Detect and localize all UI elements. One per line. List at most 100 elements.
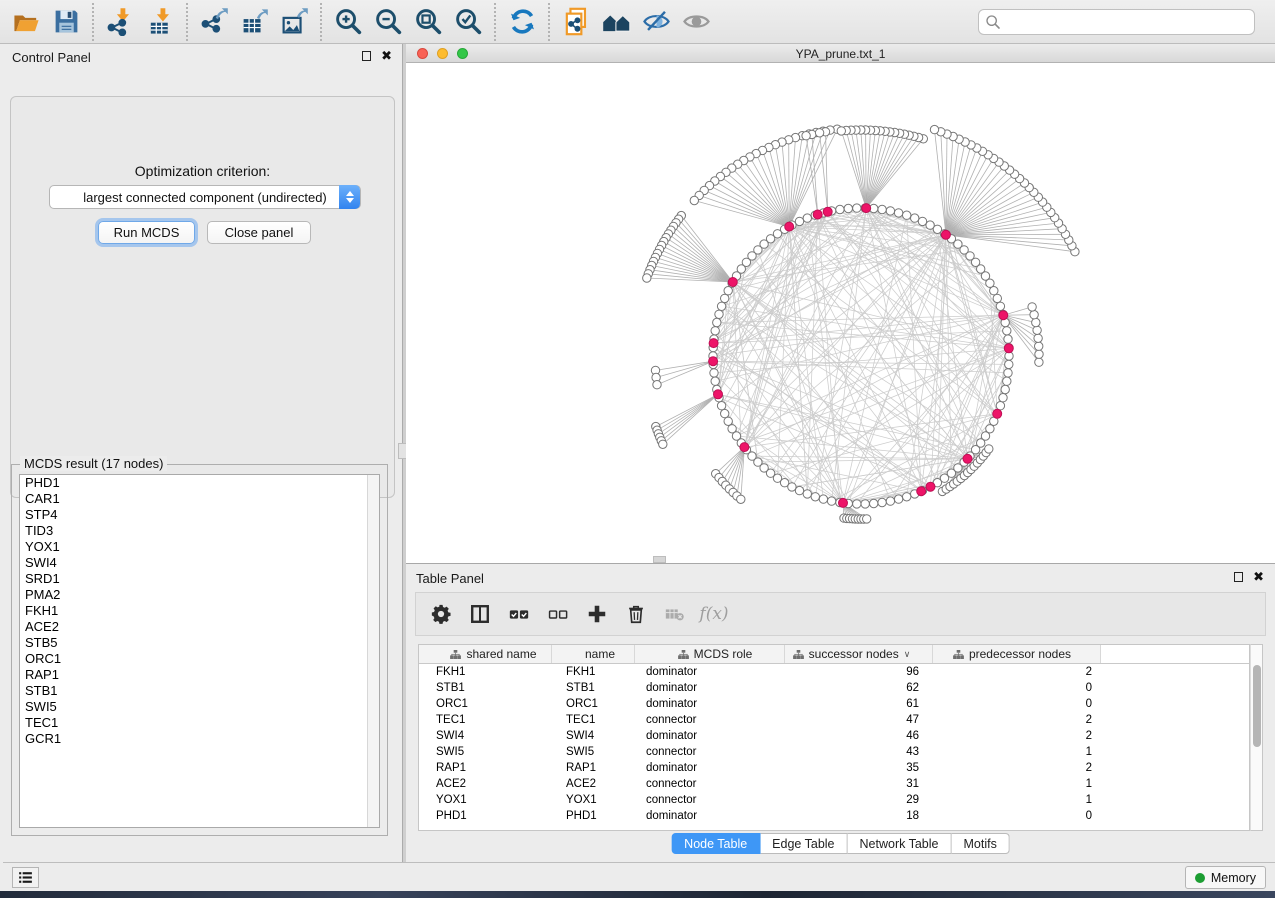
tab-motifs[interactable]: Motifs xyxy=(951,833,1009,854)
table-cell[interactable]: YOX1 xyxy=(419,792,552,808)
table-cell[interactable]: 96 xyxy=(785,664,933,680)
zoom-selected-button[interactable] xyxy=(448,4,488,40)
table-cell[interactable]: PHD1 xyxy=(419,808,552,824)
table-cell[interactable]: dominator xyxy=(635,696,785,712)
table-cell[interactable]: dominator xyxy=(635,664,785,680)
table-row[interactable]: TEC1TEC1connector472 xyxy=(419,712,1249,728)
tab-node-table[interactable]: Node Table xyxy=(671,833,760,854)
export-network-button[interactable] xyxy=(194,4,234,40)
table-cell[interactable]: dominator xyxy=(635,808,785,824)
mcds-result-item[interactable]: PMA2 xyxy=(20,587,379,603)
table-cell[interactable]: SWI4 xyxy=(552,728,635,744)
table-cell[interactable]: RAP1 xyxy=(552,760,635,776)
table-cell[interactable]: 62 xyxy=(785,680,933,696)
mcds-result-item[interactable]: TID3 xyxy=(20,523,379,539)
column-header-name[interactable]: name xyxy=(552,645,635,663)
table-row[interactable]: ORC1ORC1dominator610 xyxy=(419,696,1249,712)
table-scrollbar-thumb[interactable] xyxy=(1253,665,1261,747)
save-session-button[interactable] xyxy=(46,4,86,40)
table-cell[interactable]: STB1 xyxy=(419,680,552,696)
table-cell[interactable]: FKH1 xyxy=(419,664,552,680)
table-cell[interactable]: 0 xyxy=(933,808,1101,824)
memory-button[interactable]: Memory xyxy=(1185,866,1266,889)
table-cell[interactable]: 0 xyxy=(933,696,1101,712)
import-network-button[interactable] xyxy=(100,4,140,40)
table-cell[interactable]: ORC1 xyxy=(419,696,552,712)
optimization-criterion-select[interactable]: largest connected component (undirected) xyxy=(49,185,361,209)
table-cell[interactable]: connector xyxy=(635,776,785,792)
table-cell[interactable]: ORC1 xyxy=(552,696,635,712)
table-cell[interactable]: dominator xyxy=(635,728,785,744)
show-graphics-details-button[interactable] xyxy=(676,4,716,40)
mcds-result-item[interactable]: CAR1 xyxy=(20,491,379,507)
table-cell[interactable]: 2 xyxy=(933,712,1101,728)
table-settings-button[interactable] xyxy=(426,599,456,629)
table-scrollbar[interactable] xyxy=(1250,644,1263,831)
function-builder-button-disabled[interactable]: f(x) xyxy=(699,599,729,629)
mcds-list-scrollbar[interactable] xyxy=(367,475,379,827)
create-column-button[interactable] xyxy=(582,599,612,629)
column-header-shared-name[interactable]: shared name xyxy=(419,645,552,663)
table-row[interactable]: FKH1FKH1dominator962 xyxy=(419,664,1249,680)
mcds-result-item[interactable]: YOX1 xyxy=(20,539,379,555)
run-mcds-button[interactable]: Run MCDS xyxy=(98,221,195,244)
table-cell[interactable]: SWI5 xyxy=(419,744,552,760)
table-row[interactable]: SWI5SWI5connector431 xyxy=(419,744,1249,760)
refresh-view-button[interactable] xyxy=(502,4,542,40)
mcds-result-item[interactable]: FKH1 xyxy=(20,603,379,619)
mcds-result-item[interactable]: PHD1 xyxy=(20,475,379,491)
delete-column-button[interactable] xyxy=(621,599,651,629)
mcds-result-item[interactable]: STB1 xyxy=(20,683,379,699)
show-columns-button[interactable] xyxy=(465,599,495,629)
table-cell[interactable]: PHD1 xyxy=(552,808,635,824)
table-row[interactable]: STB1STB1dominator620 xyxy=(419,680,1249,696)
table-cell[interactable]: 43 xyxy=(785,744,933,760)
network-graph[interactable] xyxy=(406,63,1275,563)
mcds-result-item[interactable]: SWI4 xyxy=(20,555,379,571)
table-cell[interactable]: 2 xyxy=(933,760,1101,776)
table-cell[interactable]: 2 xyxy=(933,728,1101,744)
table-cell[interactable]: SWI4 xyxy=(419,728,552,744)
close-table-panel-icon[interactable]: ✖ xyxy=(1253,570,1264,583)
table-cell[interactable]: ACE2 xyxy=(552,776,635,792)
export-table-button[interactable] xyxy=(234,4,274,40)
table-cell[interactable]: ACE2 xyxy=(419,776,552,792)
table-cell[interactable]: 1 xyxy=(933,776,1101,792)
column-header-predecessor-nodes[interactable]: predecessor nodes xyxy=(933,645,1101,663)
deselect-all-rows-button[interactable] xyxy=(543,599,573,629)
mcds-result-item[interactable]: STB5 xyxy=(20,635,379,651)
close-panel-icon[interactable]: ✖ xyxy=(381,49,392,62)
table-cell[interactable]: 47 xyxy=(785,712,933,728)
float-table-panel-icon[interactable] xyxy=(1234,572,1243,582)
table-cell[interactable]: YOX1 xyxy=(552,792,635,808)
table-cell[interactable]: STB1 xyxy=(552,680,635,696)
table-cell[interactable]: FKH1 xyxy=(552,664,635,680)
table-cell[interactable]: dominator xyxy=(635,760,785,776)
table-cell[interactable]: 18 xyxy=(785,808,933,824)
tab-edge-table[interactable]: Edge Table xyxy=(760,833,847,854)
mcds-result-item[interactable]: RAP1 xyxy=(20,667,379,683)
mcds-result-item[interactable]: STP4 xyxy=(20,507,379,523)
table-cell[interactable]: TEC1 xyxy=(419,712,552,728)
delete-table-button-disabled[interactable] xyxy=(660,599,690,629)
mcds-result-item[interactable]: ORC1 xyxy=(20,651,379,667)
table-cell[interactable]: 61 xyxy=(785,696,933,712)
table-row[interactable]: YOX1YOX1connector291 xyxy=(419,792,1249,808)
table-cell[interactable]: 0 xyxy=(933,680,1101,696)
export-image-button[interactable] xyxy=(274,4,314,40)
table-cell[interactable]: 1 xyxy=(933,744,1101,760)
hide-graphics-details-button[interactable] xyxy=(636,4,676,40)
open-session-button[interactable] xyxy=(6,4,46,40)
tab-network-table[interactable]: Network Table xyxy=(848,833,952,854)
float-panel-icon[interactable] xyxy=(362,51,371,61)
import-table-button[interactable] xyxy=(140,4,180,40)
new-network-from-selection-button[interactable] xyxy=(556,4,596,40)
table-cell[interactable]: connector xyxy=(635,712,785,728)
table-cell[interactable]: 2 xyxy=(933,664,1101,680)
mcds-result-item[interactable]: GCR1 xyxy=(20,731,379,747)
mcds-result-item[interactable]: SWI5 xyxy=(20,699,379,715)
task-history-button[interactable] xyxy=(12,867,39,888)
zoom-out-button[interactable] xyxy=(368,4,408,40)
table-cell[interactable]: 46 xyxy=(785,728,933,744)
table-row[interactable]: RAP1RAP1dominator352 xyxy=(419,760,1249,776)
